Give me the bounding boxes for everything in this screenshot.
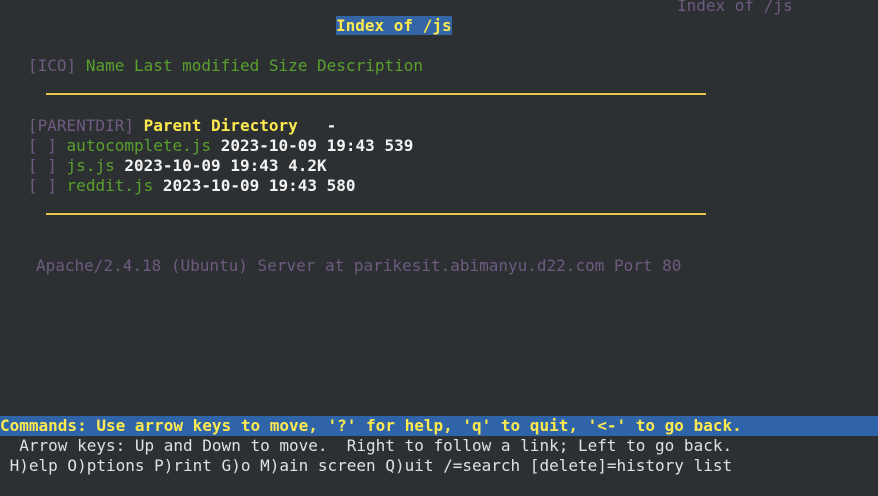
file-size: 4.2K (288, 156, 327, 175)
file-icon: [ ] (28, 156, 57, 175)
commands-hint: Commands: Use arrow keys to move, '?' fo… (0, 416, 742, 435)
page-heading-text: Index of /js (336, 16, 452, 35)
file-link-js[interactable]: js.js (67, 156, 115, 175)
lynx-terminal: Index of /js Index of /js [ICO] Name Las… (0, 0, 878, 496)
file-row: [ ] autocomplete.js 2023-10-09 19:43 539 (28, 136, 413, 156)
file-size: 580 (326, 176, 356, 195)
file-row: [ ] reddit.js 2023-10-09 19:43 580 (28, 176, 356, 196)
menu-shortcuts-help: H)elp O)ptions P)rint G)o M)ain screen Q… (0, 456, 733, 475)
file-modified: 2023-10-09 19:43 (124, 156, 279, 175)
parent-dir-icon: [PARENTDIR] (28, 116, 134, 135)
file-size: 539 (384, 136, 414, 155)
file-modified: 2023-10-09 19:43 (220, 136, 375, 155)
column-header-row: [ICO] Name Last modified Size Descriptio… (28, 56, 423, 76)
horizontal-rule-top (46, 93, 706, 95)
horizontal-rule-bottom (46, 213, 706, 215)
arrow-keys-help: Arrow keys: Up and Down to move. Right t… (0, 436, 733, 455)
parent-directory-row: [PARENTDIR] Parent Directory - (28, 116, 336, 136)
window-title: Index of /js (677, 0, 793, 15)
column-size-link[interactable]: Size (269, 56, 308, 75)
column-ico-link[interactable]: [ICO] (28, 56, 76, 75)
server-signature: Apache/2.4.18 (Ubuntu) Server at parikes… (36, 256, 682, 275)
column-description-link[interactable]: Description (317, 56, 423, 75)
file-icon: [ ] (28, 136, 57, 155)
file-link-reddit[interactable]: reddit.js (67, 176, 154, 195)
parent-directory-link[interactable]: Parent Directory (144, 116, 298, 135)
parent-size: - (326, 116, 337, 135)
file-modified: 2023-10-09 19:43 (162, 176, 318, 195)
file-row: [ ] js.js 2023-10-09 19:43 4.2K (28, 156, 327, 176)
page-heading: Index of /js (336, 16, 452, 36)
column-last-modified-link[interactable]: Last modified (134, 56, 259, 75)
column-name-link[interactable]: Name (86, 56, 125, 75)
file-link-autocomplete[interactable]: autocomplete.js (67, 136, 212, 155)
file-icon: [ ] (28, 176, 57, 195)
